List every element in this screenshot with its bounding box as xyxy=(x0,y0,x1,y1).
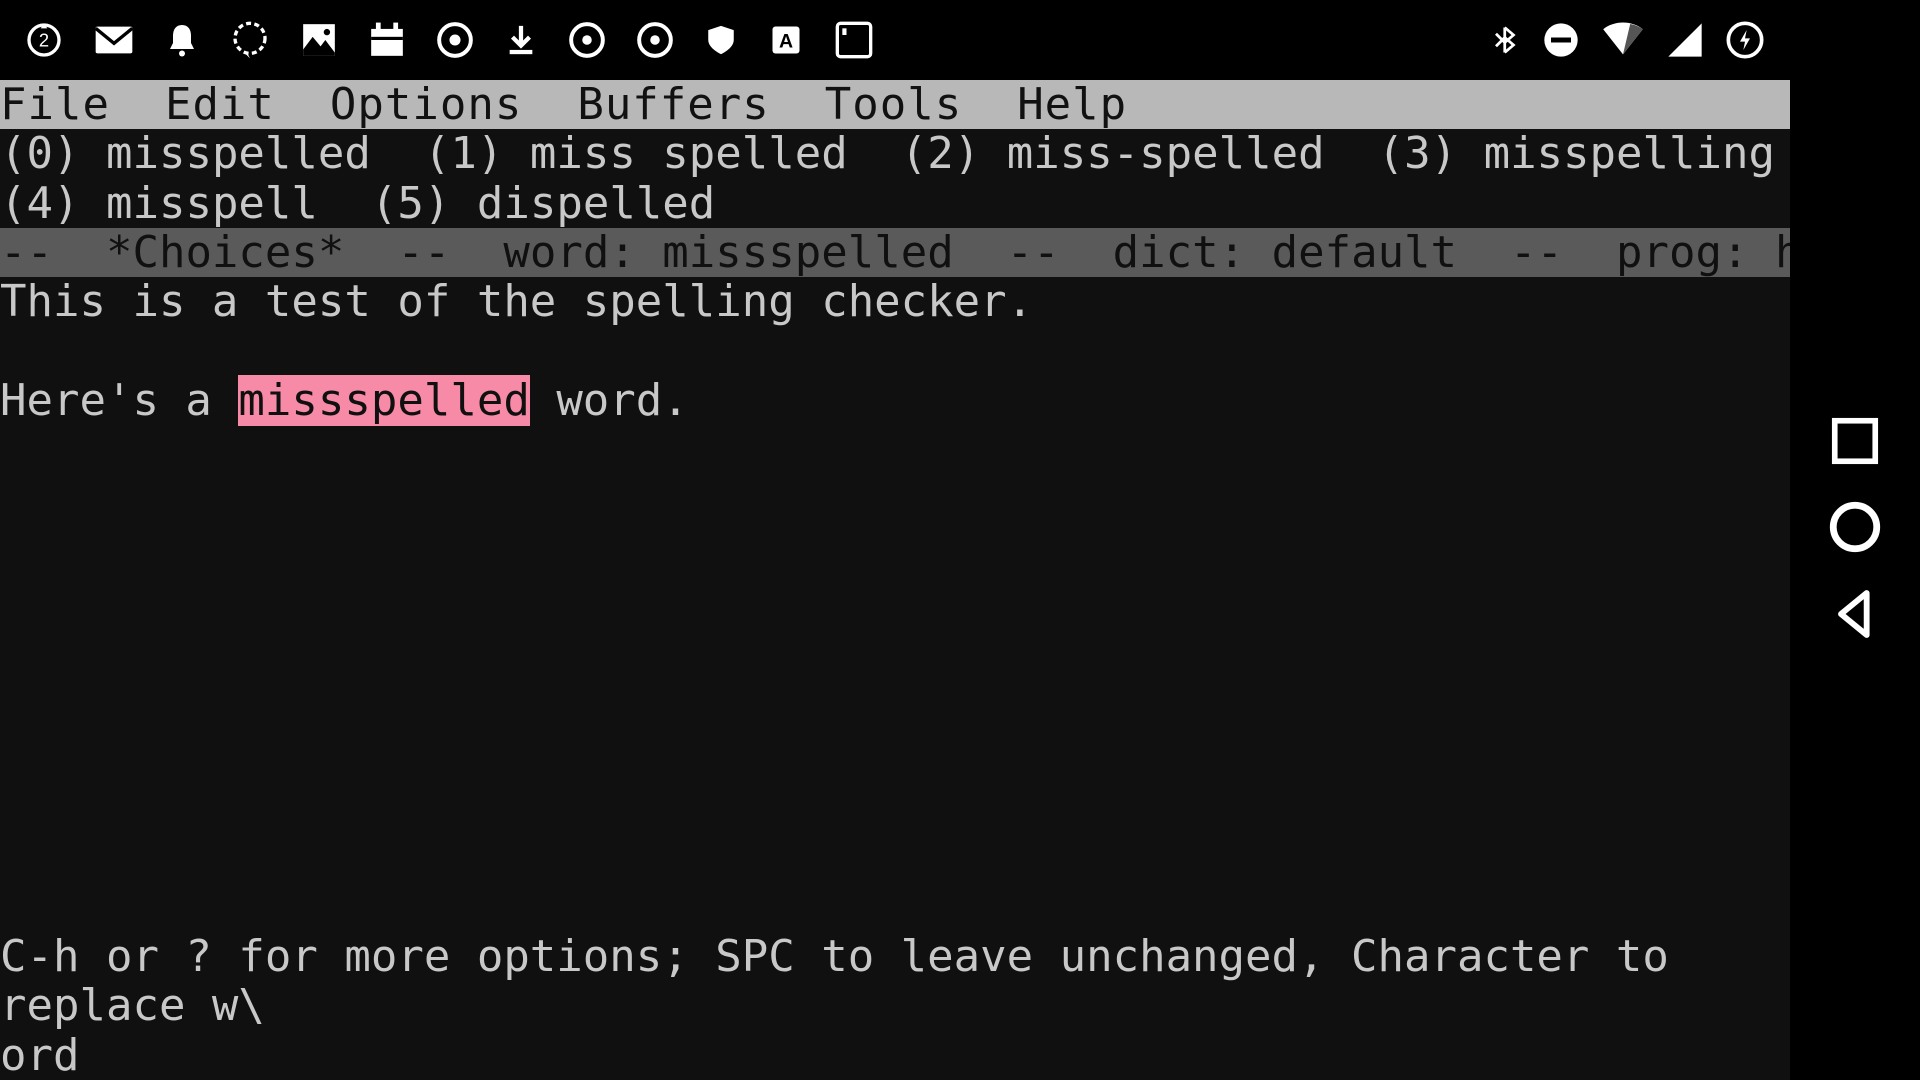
android-status-bar: 2 xyxy=(0,0,1920,80)
spell-choice[interactable]: misspelled xyxy=(106,128,371,179)
spell-choice[interactable]: miss spelled xyxy=(530,128,848,179)
terminal-icon xyxy=(834,20,874,60)
menu-help[interactable]: Help xyxy=(1017,79,1127,130)
wifi-icon xyxy=(1601,22,1645,58)
svg-text:2: 2 xyxy=(39,30,49,51)
spell-choice[interactable]: misspell xyxy=(106,178,318,229)
bluetooth-icon xyxy=(1491,18,1521,62)
menu-file[interactable]: File xyxy=(0,79,110,130)
target2-icon xyxy=(636,21,674,59)
text-box-icon: A xyxy=(768,22,804,58)
spell-choice[interactable]: miss-spelled xyxy=(1007,128,1325,179)
emacs-menu-bar[interactable]: File Edit Options Buffers Tools Help xyxy=(0,80,1790,129)
nav-home-button[interactable] xyxy=(1826,498,1884,560)
buffer-line-pre: Here's a xyxy=(0,375,238,426)
menu-tools[interactable]: Tools xyxy=(825,79,962,130)
message-icon xyxy=(230,20,270,60)
mail-icon xyxy=(94,23,134,57)
calendar-icon xyxy=(368,21,406,59)
bell-icon xyxy=(164,20,200,60)
buffer-line-post: word. xyxy=(530,375,689,426)
signal-icon xyxy=(1665,20,1705,60)
notification-badge-icon: 2 xyxy=(24,20,64,60)
buffer-line: This is a test of the spelling checker. xyxy=(0,276,1033,327)
spell-choices-row1: (0) misspelled (1) miss spelled (2) miss… xyxy=(0,129,1790,178)
menu-options[interactable]: Options xyxy=(330,79,522,130)
emacs-window: File Edit Options Buffers Tools Help (0)… xyxy=(0,80,1790,1080)
shield-icon xyxy=(704,20,738,60)
dnd-icon xyxy=(1541,20,1581,60)
nav-overview-button[interactable] xyxy=(1828,414,1882,472)
spell-choice[interactable]: dispelled xyxy=(477,178,715,229)
download-icon xyxy=(504,20,538,60)
nav-back-button[interactable] xyxy=(1827,586,1883,646)
spell-choice[interactable]: misspelling xyxy=(1484,128,1775,179)
record-icon xyxy=(436,21,474,59)
menu-edit[interactable]: Edit xyxy=(165,79,275,130)
android-nav-bar xyxy=(1790,0,1920,1080)
battery-icon xyxy=(1725,20,1765,60)
gallery-icon xyxy=(300,21,338,59)
target-icon xyxy=(568,21,606,59)
misspelled-word[interactable]: missspelled xyxy=(238,375,529,426)
spell-header: -- *Choices* -- word: missspelled -- dic… xyxy=(0,228,1790,277)
minibuffer[interactable]: C-h or ? for more options; SPC to leave … xyxy=(0,932,1790,1080)
svg-text:A: A xyxy=(779,31,793,53)
buffer-text[interactable]: This is a test of the spelling checker. … xyxy=(0,277,1790,425)
spell-choices-row2: (4) misspell (5) dispelled xyxy=(0,179,1790,228)
menu-buffers[interactable]: Buffers xyxy=(577,79,769,130)
